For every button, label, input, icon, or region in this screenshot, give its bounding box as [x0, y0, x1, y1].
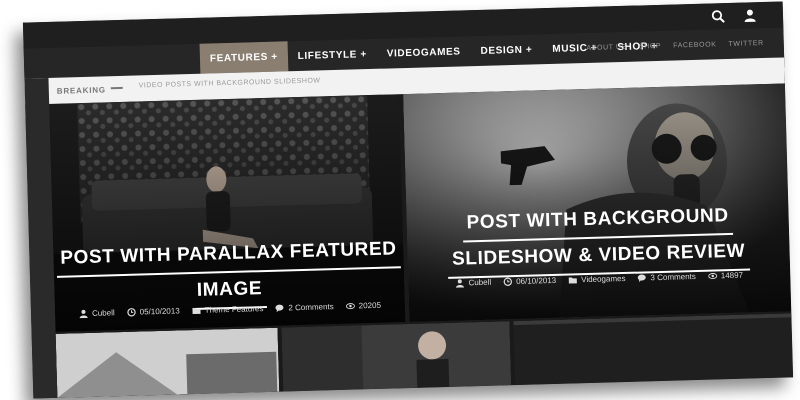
post-views: 20205 — [358, 300, 382, 311]
post-thumbnail[interactable] — [55, 327, 280, 398]
meta-comments[interactable]: 3 Comments — [637, 272, 696, 283]
nav-item-features[interactable]: FEATURES + — [199, 41, 289, 74]
post-thumbnail[interactable] — [281, 321, 512, 392]
breaking-ticker[interactable]: VIDEO POSTS WITH BACKGROUND SLIDESHOW — [139, 77, 321, 89]
comment-icon — [637, 273, 646, 283]
meta-comments[interactable]: 2 Comments — [275, 302, 334, 313]
post-comments: 2 Comments — [288, 302, 334, 313]
thumbnail-image-portrait — [281, 321, 512, 392]
post-date: 06/10/2013 — [516, 275, 557, 287]
post-category: Videogames — [581, 273, 626, 285]
breaking-label: BREAKING — [56, 84, 106, 96]
meta-date: 05/10/2013 — [126, 306, 180, 317]
meta-author[interactable]: Cubell — [79, 308, 115, 319]
screenshot-stage: FEATURES + LIFESTYLE + VIDEOGAMES DESIGN… — [0, 0, 800, 400]
link-about-us[interactable]: ABOUT US — [586, 43, 627, 51]
post-title[interactable]: POST WITH BACKGROUND SLIDESHOW & VIDEO R… — [406, 197, 790, 280]
meta-date: 06/10/2013 — [503, 276, 556, 286]
author-name: Cubell — [468, 277, 492, 288]
nav-item-design[interactable]: DESIGN + — [470, 34, 543, 66]
clock-icon — [126, 308, 136, 317]
meta-views: 20205 — [345, 300, 382, 311]
eye-icon — [345, 302, 355, 311]
comment-icon — [275, 303, 284, 313]
folder-icon — [192, 306, 201, 315]
post-thumbnail[interactable] — [513, 313, 794, 386]
breaking-arrow-icon — [110, 86, 123, 90]
post-comments: 3 Comments — [650, 271, 696, 283]
nav-item-videogames[interactable]: VIDEOGAMES — [376, 36, 471, 69]
meta-views: 14897 — [707, 270, 744, 281]
search-icon[interactable] — [709, 7, 727, 25]
meta-category[interactable]: Videogames — [568, 274, 626, 285]
post-category: Theme Features — [204, 304, 264, 315]
link-twitter[interactable]: TWITTER — [728, 40, 763, 48]
nav-right-links: ABOUT US SHOP FACEBOOK TWITTER — [586, 28, 764, 63]
featured-post-parallax[interactable]: POST WITH PARALLAX FEATURED IMAGE Cubell… — [49, 94, 406, 332]
author-icon — [79, 309, 88, 319]
eye-icon — [707, 271, 717, 280]
featured-post-slideshow[interactable]: POST WITH BACKGROUND SLIDESHOW & VIDEO R… — [403, 83, 792, 323]
thumbnail-image-house — [55, 327, 280, 398]
post-views: 14897 — [720, 270, 744, 281]
nav-item-lifestyle[interactable]: LIFESTYLE + — [287, 39, 377, 71]
clock-icon — [503, 277, 512, 286]
header-icons — [709, 6, 759, 25]
user-icon[interactable] — [741, 6, 759, 24]
author-name: Cubell — [91, 308, 115, 318]
post-date: 05/10/2013 — [139, 306, 180, 317]
meta-author[interactable]: Cubell — [455, 278, 491, 288]
author-icon — [455, 278, 465, 288]
folder-icon — [568, 275, 577, 284]
thumbnail-image-dark — [513, 313, 794, 386]
link-shop[interactable]: SHOP — [639, 42, 661, 50]
website-screen: FEATURES + LIFESTYLE + VIDEOGAMES DESIGN… — [22, 1, 794, 399]
link-facebook[interactable]: FACEBOOK — [673, 41, 716, 49]
